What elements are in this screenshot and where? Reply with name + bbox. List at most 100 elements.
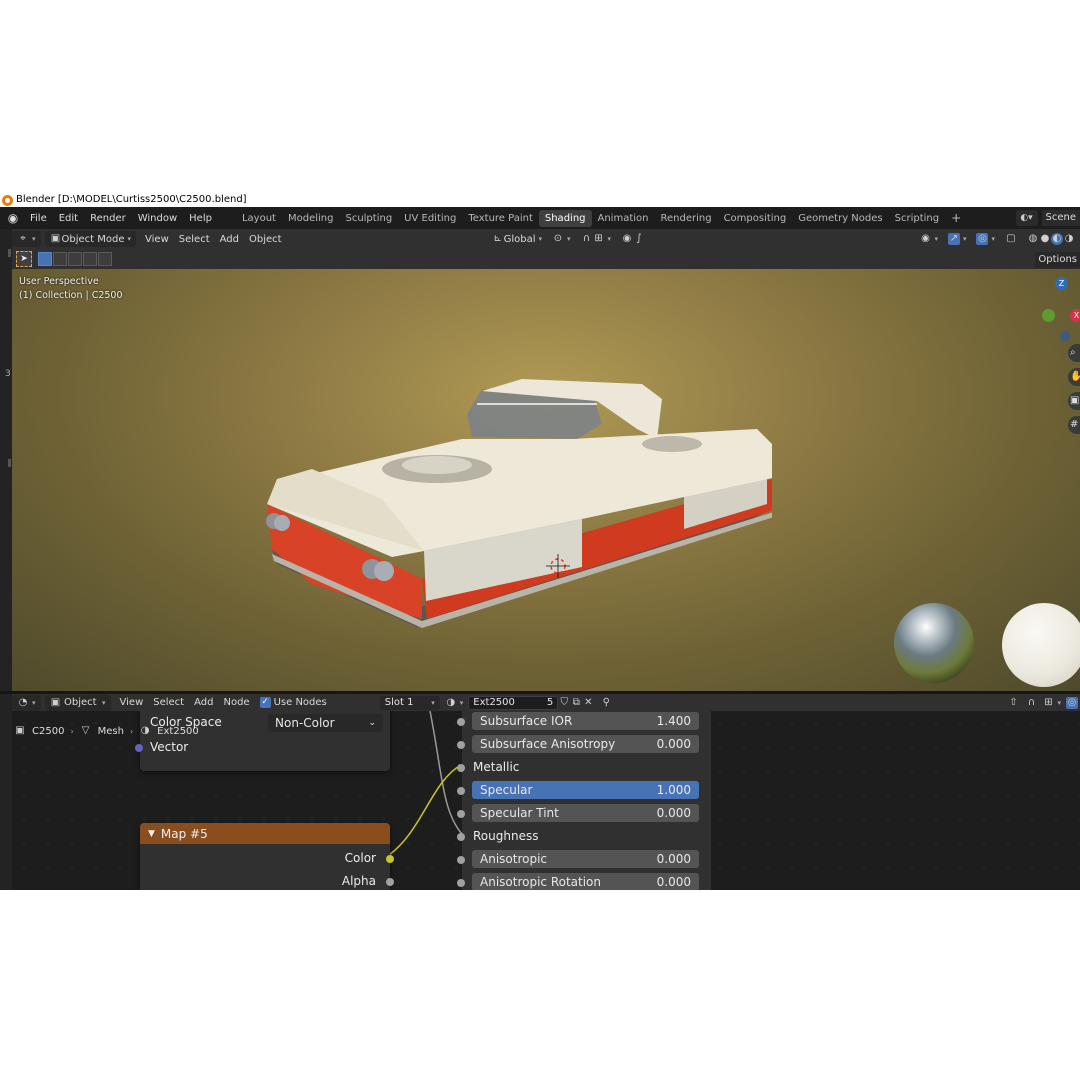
tab-geometry-nodes[interactable]: Geometry Nodes — [792, 210, 888, 227]
select-invert-icon[interactable] — [83, 252, 97, 266]
tab-sculpting[interactable]: Sculpting — [339, 210, 398, 227]
editor-type-button[interactable]: ⌖ ▾ — [12, 231, 41, 247]
fake-user-shield-icon[interactable]: ⛉ — [558, 697, 570, 709]
tab-compositing[interactable]: Compositing — [718, 210, 793, 227]
map-5-node[interactable]: ▼ Map #5 Color Alpha — [140, 823, 394, 890]
tab-modeling[interactable]: Modeling — [282, 210, 340, 227]
overlay-toggle[interactable]: ◎ ▾ — [971, 231, 1000, 247]
snap-mode-selector[interactable]: ⊞ ▾ — [1037, 695, 1066, 711]
color-space-dropdown[interactable]: Non-Color ⌄ — [268, 714, 383, 732]
gizmo-neg-z-axis[interactable] — [1060, 331, 1070, 341]
specular-tint-socket[interactable] — [457, 810, 465, 818]
unlink-material-icon[interactable]: ✕ — [582, 697, 594, 709]
car-model[interactable] — [252, 379, 772, 639]
subsurface-anisotropy-socket[interactable] — [457, 741, 465, 749]
anisotropic-rotation-field[interactable]: Anisotropic Rotation 0.000 — [472, 873, 699, 890]
tab-rendering[interactable]: Rendering — [654, 210, 717, 227]
node-menu-node[interactable]: Node — [218, 695, 254, 711]
gizmo-y-axis[interactable] — [1042, 309, 1055, 322]
duplicate-material-icon[interactable]: ⧉ — [570, 697, 582, 709]
tab-layout[interactable]: Layout — [236, 210, 282, 227]
visibility-selector[interactable]: ◉ ▾ — [914, 231, 943, 247]
material-browse-button[interactable]: ◑ ▾ — [440, 695, 469, 711]
proportional-toggle[interactable]: ◉ ∫ — [616, 231, 650, 247]
node-menu-view[interactable]: View — [115, 695, 149, 711]
material-shading-icon[interactable]: ◐ — [1051, 233, 1063, 245]
color-output-socket[interactable] — [386, 855, 394, 863]
node-editor-canvas[interactable]: ▣ C2500 › ▽ Mesh › ◑ Ext2500 Color Space… — [12, 711, 1080, 890]
menu-add[interactable]: Add — [215, 231, 244, 247]
checkbox-checked-icon[interactable]: ✓ — [259, 697, 271, 708]
shader-type-selector[interactable]: ▣ Object ▾ — [44, 694, 111, 711]
zoom-icon[interactable]: ⌕ — [1068, 344, 1080, 362]
use-nodes-toggle[interactable]: ✓ Use Nodes — [255, 695, 332, 711]
gizmo-toggle[interactable]: ↗ ▾ — [943, 231, 972, 247]
blender-menu-icon[interactable]: ◉ — [6, 211, 20, 225]
snap-nodes-icon[interactable]: ∩ — [1025, 697, 1037, 709]
orientation-selector[interactable]: ⊾ Global ▾ — [487, 231, 547, 247]
node-overlay-icon[interactable]: ◎ — [1066, 696, 1078, 709]
slot-selector[interactable]: Slot 1 ▾ — [379, 695, 440, 710]
gizmo-x-axis[interactable]: X — [1070, 309, 1080, 322]
options-button[interactable]: Options — [1035, 252, 1080, 268]
select-intersect-icon[interactable] — [98, 252, 112, 266]
collapse-chevron-icon[interactable]: ▼ — [148, 829, 155, 839]
camera-icon[interactable]: ▣ — [1068, 392, 1080, 410]
tab-animation[interactable]: Animation — [592, 210, 655, 227]
anisotropic-field[interactable]: Anisotropic 0.000 — [472, 850, 699, 868]
select-new-icon[interactable] — [38, 252, 52, 266]
image-texture-node[interactable]: Color Space Non-Color ⌄ Vector — [135, 711, 390, 771]
material-users-count[interactable]: 5 — [547, 697, 553, 708]
menu-window[interactable]: Window — [132, 213, 183, 224]
tab-scripting[interactable]: Scripting — [889, 210, 945, 227]
pivot-selector[interactable]: ⊙ ▾ — [547, 231, 576, 247]
mode-selector[interactable]: ▣ Object Mode ▾ — [44, 231, 137, 247]
menu-object[interactable]: Object — [244, 231, 287, 247]
menu-help[interactable]: Help — [183, 213, 218, 224]
anisotropic-socket[interactable] — [457, 856, 465, 864]
anisotropic-rotation-socket[interactable] — [457, 879, 465, 887]
3d-viewport[interactable]: User Perspective (1) Collection | C2500 — [12, 269, 1080, 691]
subsurface-ior-socket[interactable] — [457, 718, 465, 726]
wireframe-shading-icon[interactable]: ◍ — [1027, 233, 1039, 245]
subsurface-ior-field[interactable]: Subsurface IOR 1.400 — [472, 712, 699, 730]
node-editor-type-button[interactable]: ◔ ▾ — [12, 694, 41, 711]
tab-uv-editing[interactable]: UV Editing — [398, 210, 462, 227]
grid-icon[interactable]: # — [1068, 416, 1080, 434]
map-node-header[interactable]: ▼ Map #5 — [140, 823, 390, 844]
rendered-shading-icon[interactable]: ◑ — [1063, 233, 1075, 245]
tab-shading[interactable]: Shading — [538, 209, 592, 227]
menu-render[interactable]: Render — [84, 213, 132, 224]
snap-toggle[interactable]: ∩ ⊞ ▾ — [576, 231, 617, 247]
select-subtract-icon[interactable] — [68, 252, 82, 266]
select-tool-icon[interactable]: ➤ — [16, 251, 32, 267]
navigation-gizmo[interactable]: Z X — [1020, 273, 1080, 343]
select-extend-icon[interactable] — [53, 252, 67, 266]
shading-modes[interactable]: ◍ ● ◐ ◑ — [1022, 231, 1080, 247]
node-editor-left-strip[interactable] — [0, 711, 12, 890]
pin-icon[interactable]: ⚲ — [600, 697, 612, 709]
pan-hand-icon[interactable]: ✋ — [1068, 368, 1080, 386]
node-menu-select[interactable]: Select — [148, 695, 189, 711]
parent-node-tree-icon[interactable]: ⇧ — [1007, 697, 1019, 709]
xray-toggle[interactable]: ▢ — [1000, 231, 1022, 247]
solid-shading-icon[interactable]: ● — [1039, 233, 1051, 245]
subsurface-anisotropy-field[interactable]: Subsurface Anisotropy 0.000 — [472, 735, 699, 753]
roughness-socket[interactable] — [457, 833, 465, 841]
tab-texture-paint[interactable]: Texture Paint — [462, 210, 539, 227]
specular-tint-field[interactable]: Specular Tint 0.000 — [472, 804, 699, 822]
add-workspace-button[interactable]: + — [945, 211, 967, 225]
metallic-socket[interactable] — [457, 764, 465, 772]
menu-view[interactable]: View — [140, 231, 174, 247]
node-menu-add[interactable]: Add — [189, 695, 218, 711]
material-name-field[interactable]: Ext2500 5 — [468, 695, 559, 710]
menu-select[interactable]: Select — [174, 231, 215, 247]
scene-name[interactable]: Scene — [1041, 210, 1080, 226]
vector-input-socket[interactable] — [135, 744, 143, 752]
specular-field[interactable]: Specular 1.000 — [472, 781, 699, 799]
menu-file[interactable]: File — [24, 213, 53, 224]
gizmo-z-axis[interactable]: Z — [1055, 277, 1068, 290]
scene-icon[interactable]: ◐▾ — [1015, 210, 1038, 226]
menu-edit[interactable]: Edit — [53, 213, 84, 224]
specular-socket[interactable] — [457, 787, 465, 795]
